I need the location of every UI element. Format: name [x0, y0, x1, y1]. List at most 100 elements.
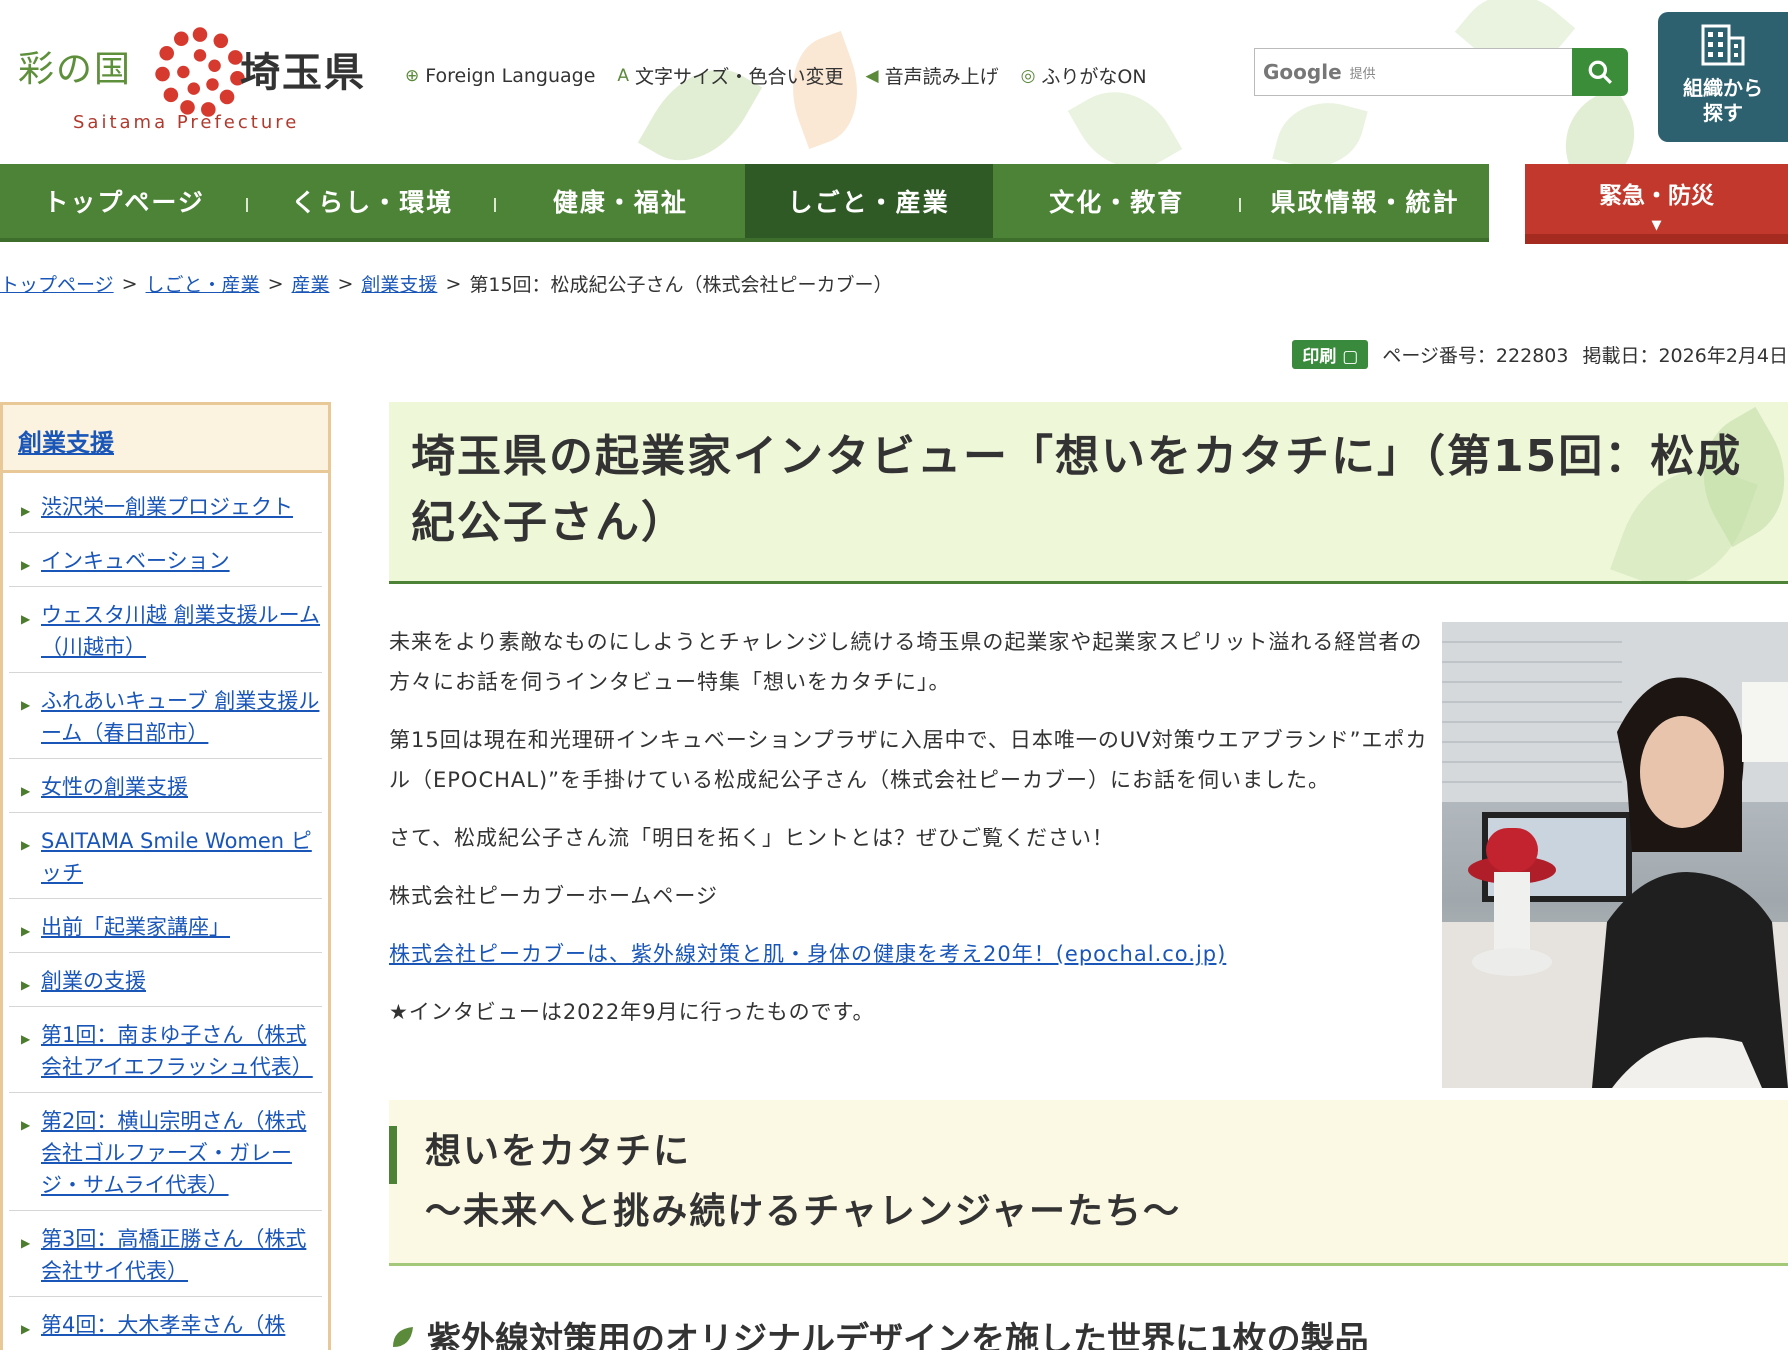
speaker-icon: ◀	[865, 65, 879, 86]
sidebar-item-link[interactable]: 渋沢栄一創業プロジェクト	[41, 495, 293, 519]
google-label: Google	[1263, 60, 1342, 84]
breadcrumb: トップページ > しごと・産業 > 産業 > 創業支援 > 第15回：松成紀公子…	[0, 270, 893, 297]
sidebar-item: 出前「起業家講座」	[9, 899, 322, 953]
subheading-accent-bar	[389, 1126, 397, 1184]
text-size-icon: A	[617, 65, 630, 86]
foreign-language-link[interactable]: ⊕ Foreign Language	[405, 62, 595, 89]
sidebar-item-link[interactable]: SAITAMA Smile Women ピッチ	[41, 829, 312, 885]
sidebar-item: 第2回：横山宗明さん（株式会社ゴルファーズ・ガレージ・サムライ代表）	[9, 1093, 322, 1211]
nav-living-environment[interactable]: くらし・環境	[248, 164, 497, 238]
breadcrumb-link-top[interactable]: トップページ	[0, 270, 114, 297]
company-homepage-label: 株式会社ピーカブーホームページ	[389, 884, 718, 908]
breadcrumb-separator: >	[337, 272, 354, 295]
breadcrumb-link-industry[interactable]: 産業	[291, 270, 329, 297]
sidebar-list: 渋沢栄一創業プロジェクト インキュベーション ウェスタ川越 創業支援ルーム（川越…	[3, 473, 328, 1350]
intro-paragraph: 第15回は現在和光理研インキュベーションプラザに入居中で、日本唯一のUV対策ウエ…	[389, 728, 1428, 792]
sidebar: 創業支援 渋沢栄一創業プロジェクト インキュベーション ウェスタ川越 創業支援ル…	[0, 402, 331, 1350]
header-tools: ⊕ Foreign Language A 文字サイズ・色合い変更 ◀ 音声読み上…	[405, 62, 1147, 89]
company-link-paragraph: 株式会社ピーカブーは、紫外線対策と肌・身体の健康を考え20年！(epochal.…	[389, 934, 1429, 974]
sidebar-item: 渋沢栄一創業プロジェクト	[9, 479, 322, 533]
site-header: 彩の国 埼玉県 Saitama Prefecture ⊕ Foreign Lan…	[0, 0, 1788, 164]
sidebar-item: 創業の支援	[9, 953, 322, 1007]
search-by-organization-button[interactable]: 組織から 探す	[1658, 12, 1788, 142]
interviewee-photo-illustration	[1442, 622, 1788, 1088]
breadcrumb-separator: >	[267, 272, 284, 295]
sidebar-item-link[interactable]: 女性の創業支援	[41, 775, 188, 799]
page-meta: 印刷 ▢ ページ番号：222803 掲載日：2026年2月4日	[1292, 340, 1788, 369]
subheading-line2: ～未来へと挑み続けるチャレンジャーたち～	[425, 1191, 1182, 1232]
sidebar-item-link[interactable]: 第2回：横山宗明さん（株式会社ゴルファーズ・ガレージ・サムライ代表）	[41, 1109, 306, 1197]
sidebar-item-link[interactable]: 出前「起業家講座」	[41, 915, 230, 939]
page-title: 埼玉県の起業家インタビュー「想いをカタチに」（第15回：松成紀公子さん）	[411, 431, 1743, 548]
subheading-box: 想いをカタチに ～未来へと挑み続けるチャレンジャーたち～	[389, 1100, 1788, 1266]
interviewee-photo	[1442, 622, 1788, 1088]
sidebar-item-link[interactable]: ウェスタ川越 創業支援ルーム（川越市）	[41, 603, 320, 659]
org-label-line2: 探す	[1703, 101, 1743, 125]
decorative-leaf	[775, 31, 875, 149]
google-provided-label: 提供	[1349, 66, 1376, 82]
company-homepage-link[interactable]: 株式会社ピーカブーは、紫外線対策と肌・身体の健康を考え20年！(epochal.…	[389, 942, 1226, 966]
print-button[interactable]: 印刷 ▢	[1292, 340, 1369, 369]
breadcrumb-separator: >	[121, 272, 138, 295]
logo-text-left: 彩の国	[18, 49, 133, 90]
sidebar-item: ふれあいキューブ 創業支援ルーム（春日部市）	[9, 673, 322, 759]
page-number: ページ番号：222803	[1382, 345, 1569, 367]
decorative-leaf	[1545, 85, 1655, 164]
logo-text-right: 埼玉県	[240, 50, 366, 96]
tool-label: 音声読み上げ	[884, 66, 999, 88]
section-heading-text: 紫外線対策用のオリジナルデザインを施した世界に1枚の製品	[427, 1320, 1369, 1350]
intro-paragraph: 未来をより素敵なものにしようとチャレンジし続ける埼玉県の起業家や起業家スピリット…	[389, 630, 1423, 694]
site-logo[interactable]: 彩の国 埼玉県 Saitama Prefecture	[18, 20, 378, 140]
search-button[interactable]	[1572, 48, 1628, 96]
text-size-color-link[interactable]: A 文字サイズ・色合い変更	[617, 62, 843, 89]
emergency-disaster-button[interactable]: 緊急・防災 ▼	[1525, 164, 1788, 244]
leaf-icon	[393, 1326, 413, 1347]
nav-top-page[interactable]: トップページ	[0, 164, 249, 238]
sidebar-item-link[interactable]: 第3回：高橋正勝さん（株式会社サイ代表）	[41, 1227, 306, 1283]
print-label: 印刷	[1302, 347, 1337, 367]
section-heading: 紫外線対策用のオリジナルデザインを施した世界に1枚の製品	[389, 1312, 1369, 1350]
subheading: 想いをカタチに ～未来へと挑み続けるチャレンジャーたち～	[389, 1122, 1788, 1242]
tool-label: ふりがなON	[1041, 66, 1147, 88]
sidebar-heading-link[interactable]: 創業支援	[18, 429, 114, 457]
breadcrumb-link-work[interactable]: しごと・産業	[146, 270, 260, 297]
sidebar-item-link[interactable]: 第1回：南まゆ子さん（株式会社アイエフラッシュ代表）	[41, 1023, 313, 1079]
sidebar-item: 第4回：大木孝幸さん（株	[9, 1297, 322, 1350]
sidebar-item-link[interactable]: 第4回：大木孝幸さん（株	[41, 1313, 285, 1337]
sidebar-item: 第1回：南まゆ子さん（株式会社アイエフラッシュ代表）	[9, 1007, 322, 1093]
breadcrumb-link-startup[interactable]: 創業支援	[361, 270, 437, 297]
furigana-link[interactable]: ◎ ふりがなON	[1021, 62, 1147, 89]
sidebar-item: インキュベーション	[9, 533, 322, 587]
sidebar-item-link[interactable]: 創業の支援	[41, 969, 146, 993]
sidebar-heading: 創業支援	[3, 405, 328, 473]
sidebar-item: ウェスタ川越 創業支援ルーム（川越市）	[9, 587, 322, 673]
breadcrumb-current: 第15回：松成紀公子さん（株式会社ピーカブー）	[469, 274, 893, 296]
posted-date: 掲載日：2026年2月4日	[1582, 345, 1788, 367]
sidebar-item: 女性の創業支援	[9, 759, 322, 813]
sidebar-item: SAITAMA Smile Women ピッチ	[9, 813, 322, 899]
tool-label: 文字サイズ・色合い変更	[635, 66, 844, 88]
sidebar-item-link[interactable]: ふれあいキューブ 創業支援ルーム（春日部市）	[41, 689, 319, 745]
search-input[interactable]: Google 提供	[1254, 48, 1574, 96]
org-button-label: 組織から 探す	[1658, 76, 1788, 126]
intro-section: 未来をより素敵なものにしようとチャレンジし続ける埼玉県の起業家や起業家スピリット…	[389, 622, 1429, 1050]
read-aloud-link[interactable]: ◀ 音声読み上げ	[865, 62, 998, 89]
nav-work-industry[interactable]: しごと・産業	[744, 164, 993, 238]
sidebar-item: 第3回：高橋正勝さん（株式会社サイ代表）	[9, 1211, 322, 1297]
global-nav: トップページ くらし・環境 健康・福祉 しごと・産業 文化・教育 県政情報・統計	[0, 164, 1489, 242]
tool-label: Foreign Language	[425, 64, 596, 87]
nav-health-welfare[interactable]: 健康・福祉	[496, 164, 744, 238]
caret-down-icon: ▼	[1651, 218, 1662, 233]
intro-paragraph: さて、松成紀公子さん流「明日を拓く」ヒントとは？ぜひご覧ください！	[389, 826, 1114, 850]
furigana-icon: ◎	[1020, 65, 1036, 86]
nav-government-statistics[interactable]: 県政情報・統計	[1241, 164, 1489, 238]
org-label-line1: 組織から	[1683, 76, 1763, 100]
building-icon	[1701, 24, 1745, 66]
search-icon	[1588, 60, 1612, 84]
page-title-box: 埼玉県の起業家インタビュー「想いをカタチに」（第15回：松成紀公子さん）	[389, 402, 1788, 584]
interview-note: ★インタビューは2022年9月に行ったものです。	[389, 1000, 875, 1024]
sidebar-item-link[interactable]: インキュベーション	[41, 549, 230, 573]
saitama-flower-logo-icon	[155, 27, 245, 117]
nav-culture-education[interactable]: 文化・教育	[993, 164, 1242, 238]
print-icon: ▢	[1342, 347, 1359, 367]
